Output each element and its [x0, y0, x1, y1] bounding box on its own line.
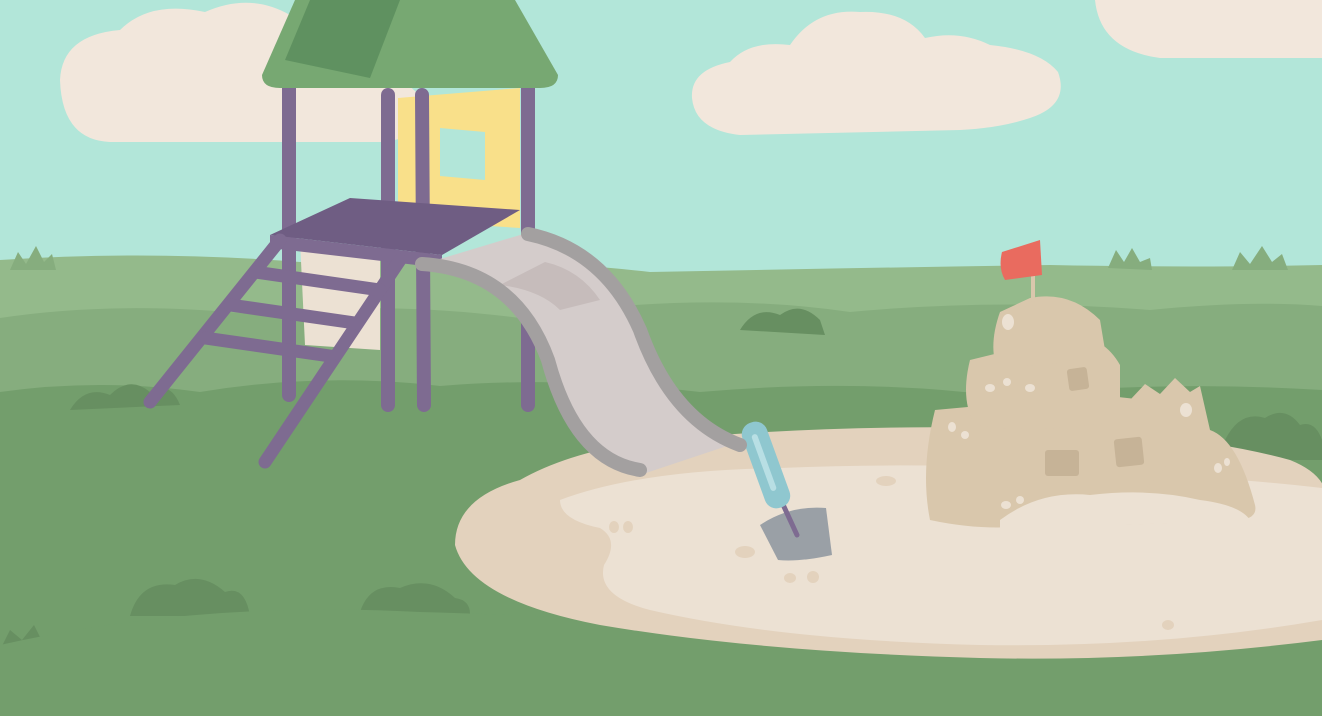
tower-back-window: [440, 128, 485, 180]
scene-canvas: [0, 0, 1322, 716]
castle-window-right: [1113, 436, 1145, 468]
playground-scene: [0, 0, 1322, 716]
castle-window-upper: [1066, 367, 1090, 391]
castle-window-left: [1045, 450, 1079, 476]
cloud-right: [1095, 0, 1322, 58]
